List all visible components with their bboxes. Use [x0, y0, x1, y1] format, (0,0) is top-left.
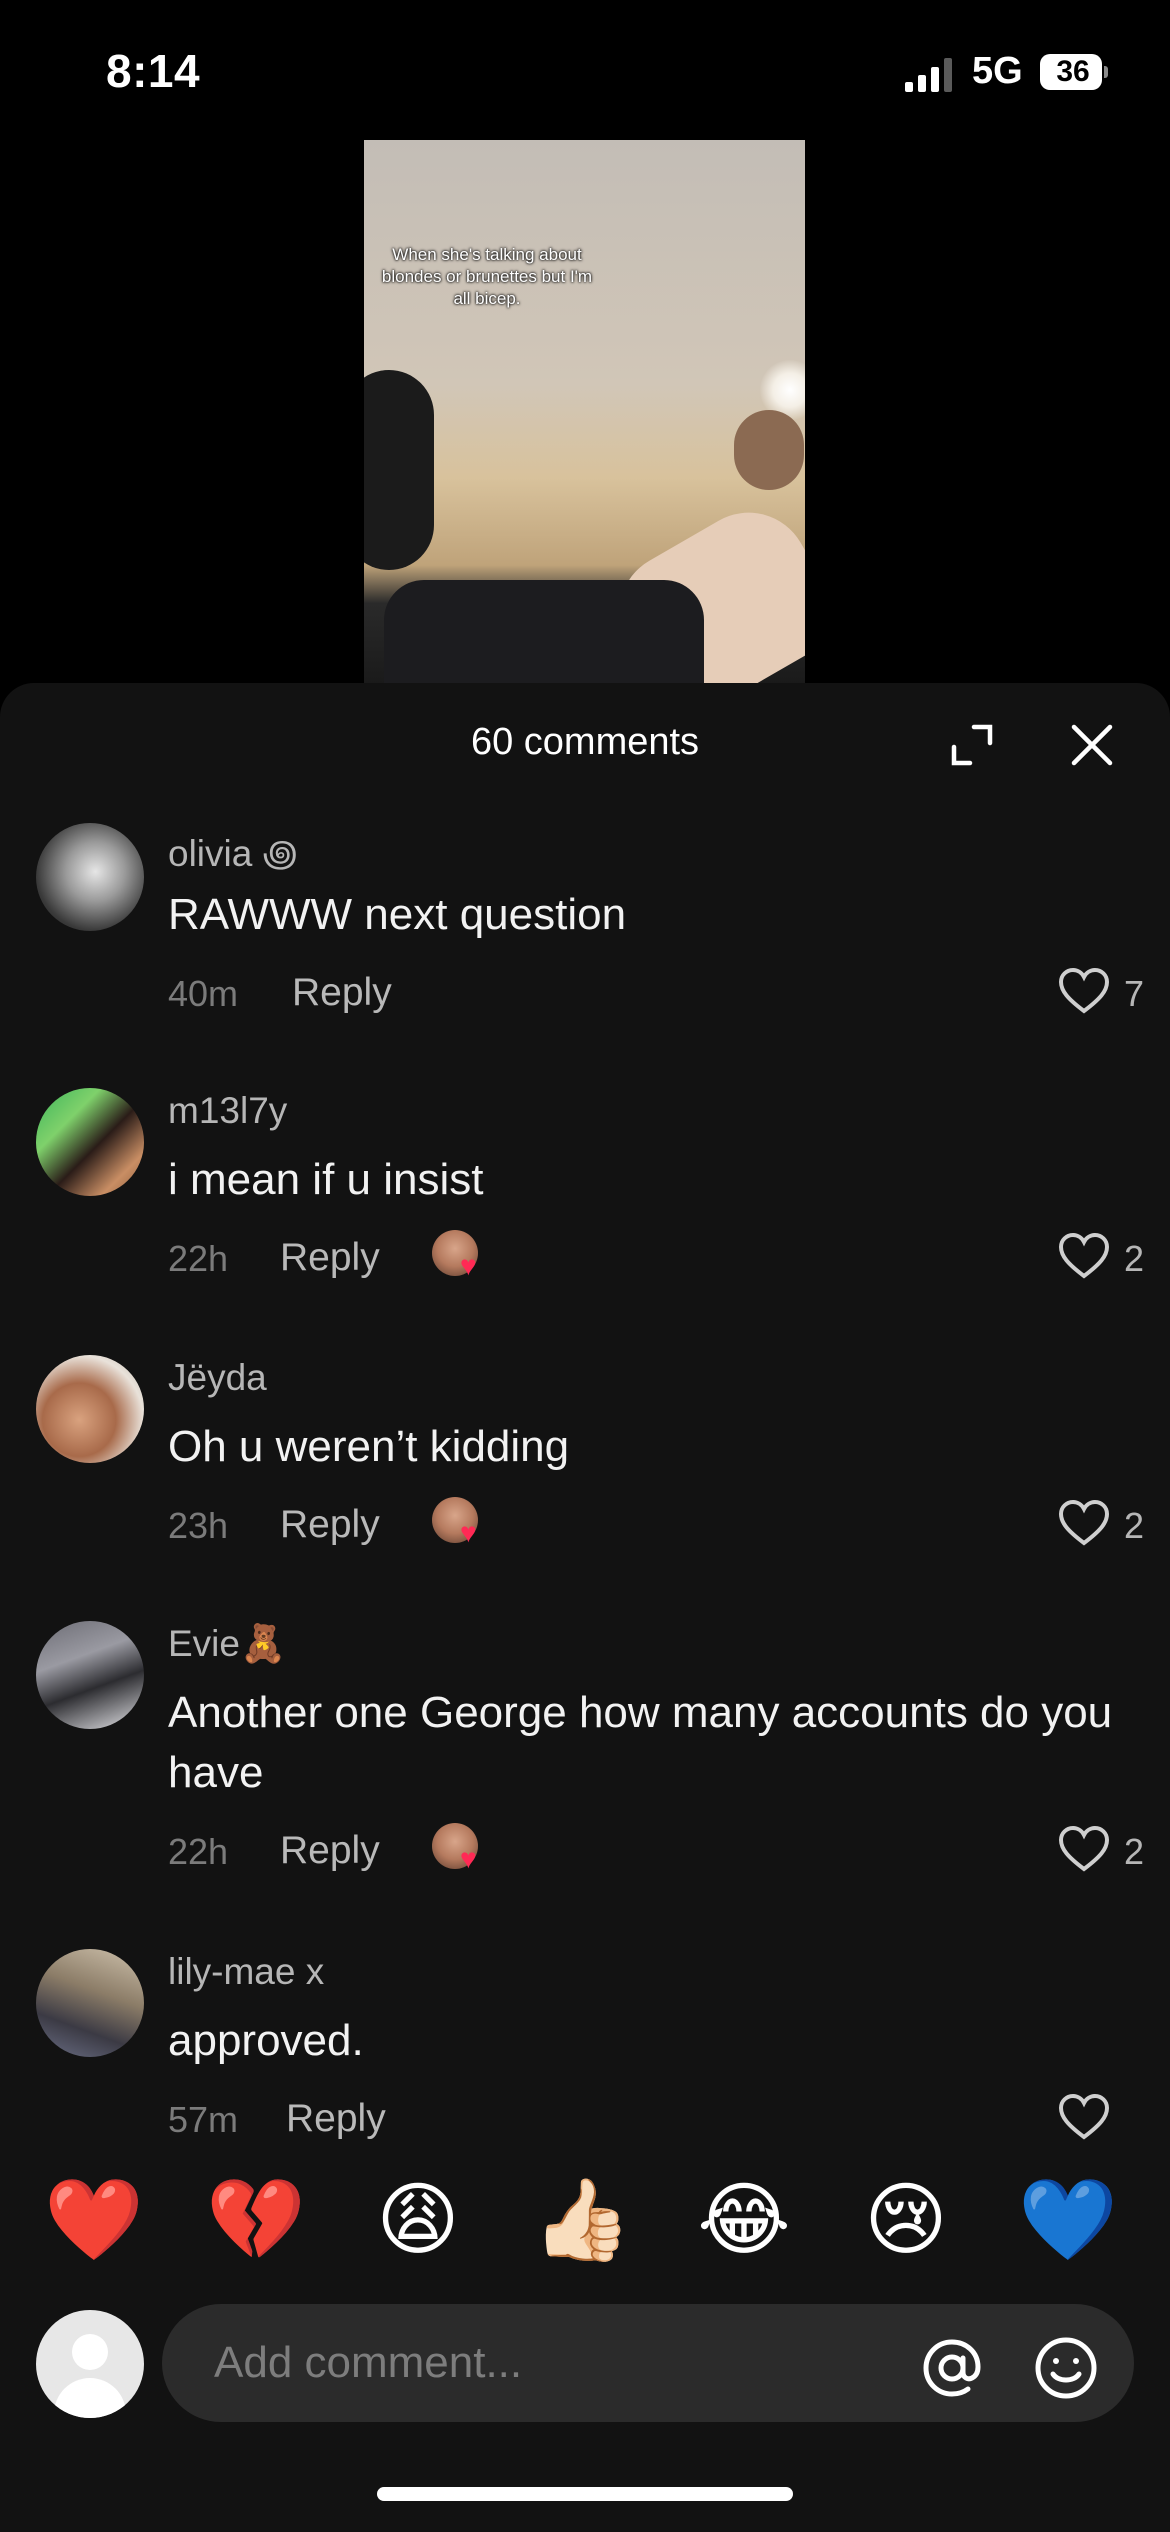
reply-button[interactable]: Reply — [292, 971, 392, 1015]
heart-outline-icon[interactable] — [1058, 967, 1110, 1015]
reply-button[interactable]: Reply — [280, 1236, 380, 1280]
heart-outline-icon[interactable] — [1058, 2093, 1110, 2141]
comment-username[interactable]: Evie🧸 — [168, 1623, 286, 1666]
status-bar: 8:14 5G 36 — [0, 0, 1170, 140]
emoji-tears-of-joy[interactable]: 😂 — [694, 2170, 794, 2270]
comment-text: Oh u weren’t kidding — [168, 1422, 570, 1471]
reply-button[interactable]: Reply — [280, 1503, 380, 1547]
heart-outline-icon[interactable] — [1058, 1825, 1110, 1873]
comment-input[interactable]: Add comment... — [162, 2304, 1134, 2422]
reply-button[interactable]: Reply — [280, 1829, 380, 1873]
comment-username[interactable]: olivia ꩜ — [168, 825, 298, 879]
comment-username[interactable]: m13l7y — [168, 1090, 287, 1132]
emoji-red-heart[interactable]: ❤️ — [44, 2170, 144, 2270]
comment-time: 57m — [168, 2099, 239, 2140]
avatar[interactable] — [36, 823, 144, 931]
avatar[interactable] — [36, 1949, 144, 2057]
creator-liked-badge: ♥ — [432, 1497, 490, 1551]
comment-time: 22h — [168, 1238, 229, 1279]
comment-meta: 22h Reply ♥ 2 — [168, 1230, 1144, 1284]
comment-username[interactable]: lily-mae x — [168, 1951, 324, 1993]
emoji-weary-face[interactable]: 😩 — [368, 2170, 468, 2270]
battery-level: 36 — [1056, 55, 1090, 88]
comment-time: 23h — [168, 1505, 229, 1546]
heart-outline-icon[interactable] — [1058, 1232, 1110, 1280]
comment-meta: 22h Reply ♥ 2 — [168, 1823, 1144, 1877]
creator-liked-badge: ♥ — [432, 1823, 490, 1877]
video-caption: When she's talking about blondes or brun… — [381, 245, 593, 308]
like-count: 2 — [1124, 1831, 1145, 1872]
avatar[interactable] — [36, 1355, 144, 1463]
emoji-blue-heart[interactable]: 💙 — [1018, 2170, 1118, 2270]
home-indicator[interactable] — [377, 2487, 793, 2501]
comment-meta: 23h Reply ♥ 2 — [168, 1497, 1144, 1551]
emoji-crying-face[interactable]: 😢 — [856, 2170, 956, 2270]
like-count: 7 — [1124, 973, 1145, 1014]
avatar[interactable] — [36, 1621, 144, 1729]
comment-list[interactable]: olivia ꩜ RAWWW next question 40m Reply 7… — [0, 823, 1170, 2143]
network-type: 5G — [972, 50, 1023, 92]
comment-time: 22h — [168, 1831, 229, 1872]
comment-meta: 40m Reply 7 — [168, 967, 1144, 1019]
avatar[interactable] — [36, 1088, 144, 1196]
expand-icon[interactable] — [948, 721, 996, 769]
reply-button[interactable]: Reply — [286, 2097, 386, 2141]
comment-meta: 57m Reply — [168, 2093, 1128, 2143]
comment-input-row: Add comment... — [0, 2300, 1170, 2430]
signal-icon — [905, 58, 952, 92]
like-count: 2 — [1124, 1505, 1145, 1546]
video-preview[interactable]: When she's talking about blondes or brun… — [364, 140, 805, 685]
comment-text: RAWWW next question — [168, 890, 627, 939]
comment-text: approved. — [168, 2016, 364, 2065]
at-icon[interactable] — [918, 2334, 986, 2402]
battery-icon: 36 — [1040, 54, 1108, 90]
close-icon[interactable] — [1068, 721, 1116, 769]
like-count: 2 — [1124, 1238, 1145, 1279]
emoji-broken-heart[interactable]: 💔 — [206, 2170, 306, 2270]
heart-outline-icon[interactable] — [1058, 1499, 1110, 1547]
comment-text: i mean if u insist — [168, 1155, 484, 1204]
emoji-quick-bar: ❤️ 💔 😩 👍🏻 😂 😢 💙 — [0, 2170, 1170, 2270]
creator-liked-badge: ♥ — [432, 1230, 490, 1284]
emoji-thumbs-up[interactable]: 👍🏻 — [532, 2170, 632, 2270]
comment-input-placeholder: Add comment... — [214, 2338, 523, 2387]
status-time: 8:14 — [106, 45, 201, 97]
comment-time: 40m — [168, 973, 239, 1014]
avatar[interactable] — [36, 2310, 144, 2418]
comment-username[interactable]: Jëyda — [168, 1357, 267, 1399]
smile-icon[interactable] — [1032, 2334, 1100, 2402]
comment-text: Another one George how many accounts do … — [168, 1688, 1113, 1797]
